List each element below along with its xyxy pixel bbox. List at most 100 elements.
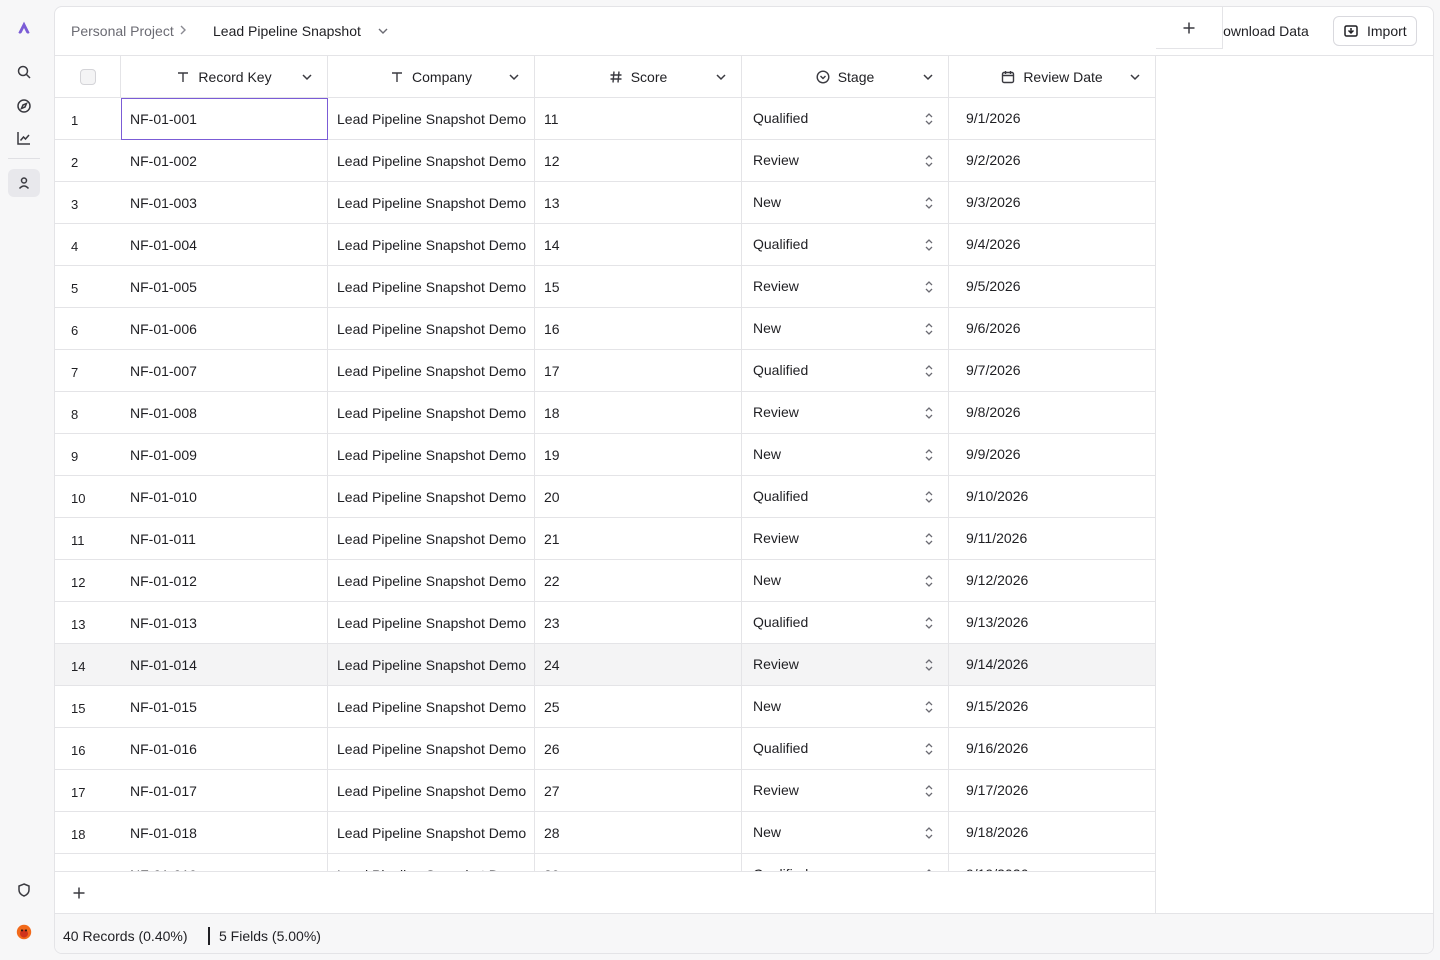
chevrons-up-down-icon[interactable]	[924, 616, 934, 630]
record-key-cell[interactable]: NF-01-016	[121, 728, 328, 770]
review-date-cell[interactable]: 9/19/2026	[949, 854, 1156, 871]
score-cell[interactable]: 26	[535, 728, 742, 770]
review-date-cell[interactable]: 9/7/2026	[949, 350, 1156, 392]
stage-cell[interactable]: New	[742, 182, 949, 224]
chevron-down-icon[interactable]	[922, 71, 934, 83]
stage-cell[interactable]: New	[742, 434, 949, 476]
chevrons-up-down-icon[interactable]	[924, 658, 934, 672]
row-number[interactable]: 2	[55, 140, 121, 182]
company-cell[interactable]: Lead Pipeline Snapshot Demo	[328, 392, 535, 434]
table-row[interactable]: 17 NF-01-017 Lead Pipeline Snapshot Demo 27…	[55, 770, 1156, 812]
chevrons-up-down-icon[interactable]	[924, 112, 934, 126]
record-key-cell[interactable]: NF-01-009	[121, 434, 328, 476]
compass-icon[interactable]	[8, 92, 40, 120]
company-cell[interactable]: Lead Pipeline Snapshot Demo	[328, 686, 535, 728]
table-row[interactable]: 5 NF-01-005 Lead Pipeline Snapshot Demo 15 R…	[55, 266, 1156, 308]
chevrons-up-down-icon[interactable]	[924, 322, 934, 336]
review-date-cell[interactable]: 9/6/2026	[949, 308, 1156, 350]
app-logo-icon[interactable]	[8, 14, 40, 42]
stage-cell[interactable]: Qualified	[742, 224, 949, 266]
score-cell[interactable]: 24	[535, 644, 742, 686]
review-date-cell[interactable]: 9/4/2026	[949, 224, 1156, 266]
chevrons-up-down-icon[interactable]	[924, 238, 934, 252]
row-number[interactable]: 6	[55, 308, 121, 350]
company-cell[interactable]: Lead Pipeline Snapshot Demo	[328, 140, 535, 182]
column-header-record-key[interactable]: Record Key	[121, 56, 328, 98]
stage-cell[interactable]: Qualified	[742, 728, 949, 770]
record-key-cell[interactable]: NF-01-006	[121, 308, 328, 350]
review-date-cell[interactable]: 9/18/2026	[949, 812, 1156, 854]
company-cell[interactable]: Lead Pipeline Snapshot Demo	[328, 854, 535, 871]
row-number[interactable]: 15	[55, 686, 121, 728]
stage-cell[interactable]: Review	[742, 518, 949, 560]
add-column-button[interactable]	[1156, 7, 1223, 49]
table-row[interactable]: 12 NF-01-012 Lead Pipeline Snapshot Demo 22…	[55, 560, 1156, 602]
review-date-cell[interactable]: 9/3/2026	[949, 182, 1156, 224]
stage-cell[interactable]: Review	[742, 140, 949, 182]
company-cell[interactable]: Lead Pipeline Snapshot Demo	[328, 602, 535, 644]
company-cell[interactable]: Lead Pipeline Snapshot Demo	[328, 350, 535, 392]
score-cell[interactable]: 22	[535, 560, 742, 602]
table-row[interactable]: 6 NF-01-006 Lead Pipeline Snapshot Demo 16 N…	[55, 308, 1156, 350]
score-cell[interactable]: 23	[535, 602, 742, 644]
record-key-cell[interactable]: NF-01-002	[121, 140, 328, 182]
stage-cell[interactable]: Review	[742, 770, 949, 812]
chevron-down-icon[interactable]	[377, 25, 389, 37]
review-date-cell[interactable]: 9/14/2026	[949, 644, 1156, 686]
record-key-cell[interactable]: NF-01-011	[121, 518, 328, 560]
row-number[interactable]: 12	[55, 560, 121, 602]
row-number[interactable]: 19	[55, 854, 121, 871]
row-number[interactable]: 9	[55, 434, 121, 476]
chevrons-up-down-icon[interactable]	[924, 826, 934, 840]
row-number[interactable]: 16	[55, 728, 121, 770]
stage-cell[interactable]: New	[742, 812, 949, 854]
record-key-cell[interactable]: NF-01-018	[121, 812, 328, 854]
stage-cell[interactable]: Review	[742, 266, 949, 308]
chart-line-icon[interactable]	[8, 124, 40, 152]
select-all-checkbox[interactable]	[79, 68, 96, 85]
chevrons-up-down-icon[interactable]	[924, 700, 934, 714]
row-number[interactable]: 4	[55, 224, 121, 266]
score-cell[interactable]: 21	[535, 518, 742, 560]
company-cell[interactable]: Lead Pipeline Snapshot Demo	[328, 224, 535, 266]
row-number[interactable]: 3	[55, 182, 121, 224]
row-number[interactable]: 10	[55, 476, 121, 518]
score-cell[interactable]: 20	[535, 476, 742, 518]
table-row[interactable]: 8 NF-01-008 Lead Pipeline Snapshot Demo 18 R…	[55, 392, 1156, 434]
company-cell[interactable]: Lead Pipeline Snapshot Demo	[328, 560, 535, 602]
row-number[interactable]: 8	[55, 392, 121, 434]
row-number[interactable]: 11	[55, 518, 121, 560]
company-cell[interactable]: Lead Pipeline Snapshot Demo	[328, 476, 535, 518]
review-date-cell[interactable]: 9/5/2026	[949, 266, 1156, 308]
stage-cell[interactable]: Qualified	[742, 476, 949, 518]
company-cell[interactable]: Lead Pipeline Snapshot Demo	[328, 434, 535, 476]
table-row[interactable]: 18 NF-01-018 Lead Pipeline Snapshot Demo 28…	[55, 812, 1156, 854]
table-row[interactable]: 7 NF-01-007 Lead Pipeline Snapshot Demo 17 Q…	[55, 350, 1156, 392]
chevrons-up-down-icon[interactable]	[924, 154, 934, 168]
row-number[interactable]: 1	[55, 98, 121, 140]
table-row[interactable]: 3 NF-01-003 Lead Pipeline Snapshot Demo 13 N…	[55, 182, 1156, 224]
score-cell[interactable]: 28	[535, 812, 742, 854]
stage-cell[interactable]: Review	[742, 644, 949, 686]
table-row[interactable]: 15 NF-01-015 Lead Pipeline Snapshot Demo 25…	[55, 686, 1156, 728]
record-key-cell[interactable]: NF-01-003	[121, 182, 328, 224]
review-date-cell[interactable]: 9/8/2026	[949, 392, 1156, 434]
table-row[interactable]: 9 NF-01-009 Lead Pipeline Snapshot Demo 19 N…	[55, 434, 1156, 476]
score-cell[interactable]: 11	[535, 98, 742, 140]
import-button[interactable]: Import	[1333, 16, 1417, 46]
stage-cell[interactable]: Qualified	[742, 854, 949, 871]
chevrons-up-down-icon[interactable]	[924, 280, 934, 294]
stage-cell[interactable]: Review	[742, 392, 949, 434]
chevrons-up-down-icon[interactable]	[924, 490, 934, 504]
review-date-cell[interactable]: 9/11/2026	[949, 518, 1156, 560]
score-cell[interactable]: 19	[535, 434, 742, 476]
stage-cell[interactable]: Qualified	[742, 350, 949, 392]
avatar[interactable]	[8, 918, 40, 946]
review-date-cell[interactable]: 9/13/2026	[949, 602, 1156, 644]
record-key-cell[interactable]: NF-01-014	[121, 644, 328, 686]
company-cell[interactable]: Lead Pipeline Snapshot Demo	[328, 182, 535, 224]
company-cell[interactable]: Lead Pipeline Snapshot Demo	[328, 308, 535, 350]
row-number[interactable]: 14	[55, 644, 121, 686]
review-date-cell[interactable]: 9/1/2026	[949, 98, 1156, 140]
score-cell[interactable]: 17	[535, 350, 742, 392]
